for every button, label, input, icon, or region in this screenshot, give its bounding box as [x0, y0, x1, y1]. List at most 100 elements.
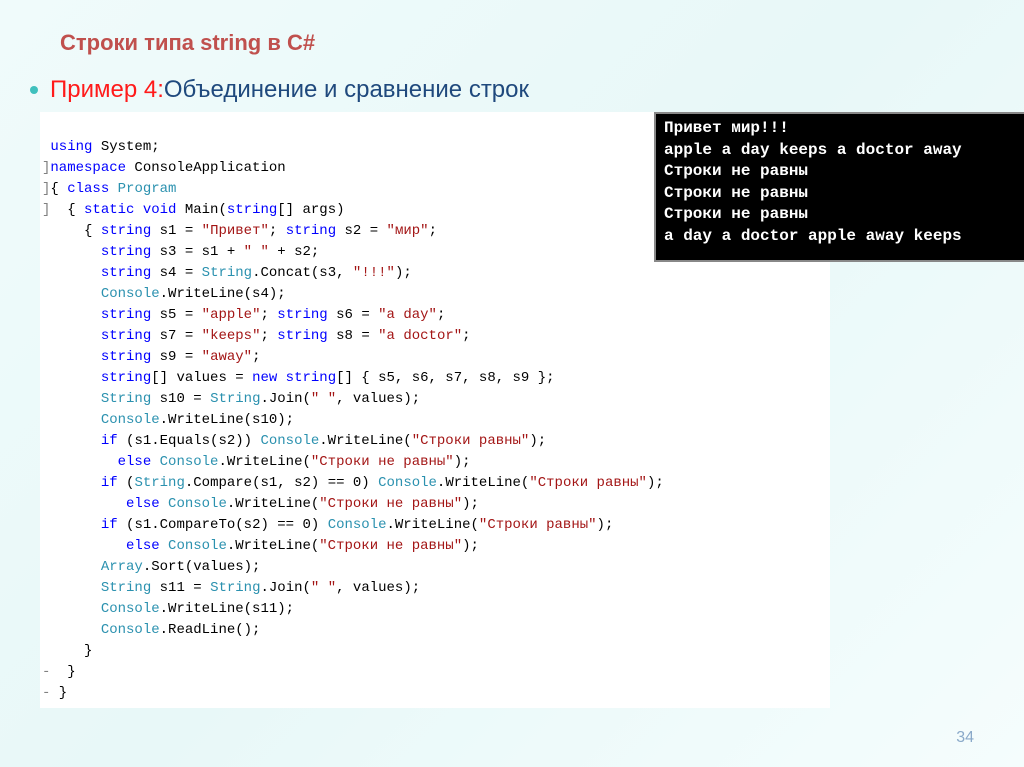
- code-token: );: [597, 517, 614, 533]
- code-token: ;: [252, 349, 260, 365]
- code-token: string: [277, 328, 327, 344]
- code-token: );: [395, 265, 412, 281]
- code-token: Console: [101, 601, 160, 617]
- code-token: .WriteLine(s11);: [160, 601, 294, 617]
- code-token: );: [454, 454, 471, 470]
- console-line: Строки не равны: [664, 183, 1024, 205]
- code-token: (s1.Equals(s2)): [118, 433, 261, 449]
- console-line: Строки не равны: [664, 204, 1024, 226]
- code-token: String: [202, 265, 252, 281]
- code-token: string: [101, 328, 151, 344]
- code-token: .WriteLine(: [218, 454, 310, 470]
- code-token: }: [50, 685, 67, 701]
- code-token: System;: [92, 139, 159, 155]
- code-token: Console: [101, 622, 160, 638]
- code-token: [50, 391, 100, 407]
- code-token: using: [50, 139, 92, 155]
- code-token: }: [50, 664, 75, 680]
- code-token: "keeps": [202, 328, 261, 344]
- code-token: .Compare(s1, s2) == 0): [185, 475, 378, 491]
- code-token: [160, 496, 168, 512]
- code-token: ;: [269, 223, 286, 239]
- code-token: String: [101, 391, 151, 407]
- code-token: string: [101, 244, 151, 260]
- code-token: "Строки не равны": [311, 454, 454, 470]
- code-token: [109, 181, 117, 197]
- code-token: {: [50, 202, 84, 218]
- code-token: s10 =: [151, 391, 210, 407]
- code-token: .WriteLine(s4);: [160, 286, 286, 302]
- code-token: [50, 349, 100, 365]
- code-token: [50, 454, 117, 470]
- code-token: [50, 307, 100, 323]
- code-token: string: [101, 265, 151, 281]
- code-token: "Строки равны": [412, 433, 530, 449]
- code-token: new string: [252, 370, 336, 386]
- code-token: [50, 580, 100, 596]
- code-token: if: [101, 517, 118, 533]
- code-token: Console: [328, 517, 387, 533]
- code-token: {: [50, 181, 67, 197]
- code-token: Console: [378, 475, 437, 491]
- code-token: ;: [260, 307, 277, 323]
- code-token: s11 =: [151, 580, 210, 596]
- code-token: [50, 622, 100, 638]
- code-token: String: [134, 475, 184, 491]
- code-token: [] args): [277, 202, 344, 218]
- code-token: [50, 601, 100, 617]
- code-token: if: [101, 433, 118, 449]
- code-token: string: [101, 307, 151, 323]
- code-token: s7 =: [151, 328, 201, 344]
- code-token: "apple": [202, 307, 261, 323]
- code-token: else: [126, 496, 160, 512]
- example-label: Пример 4:: [50, 76, 164, 104]
- code-token: [50, 517, 100, 533]
- code-token: "Строки равны": [479, 517, 597, 533]
- code-token: string: [277, 307, 327, 323]
- code-token: [50, 412, 100, 428]
- code-token: else: [118, 454, 152, 470]
- code-token: Console: [260, 433, 319, 449]
- code-token: static void: [84, 202, 176, 218]
- code-token: Console: [101, 286, 160, 302]
- code-token: [] { s5, s6, s7, s8, s9 };: [336, 370, 554, 386]
- code-token: s9 =: [151, 349, 201, 365]
- code-token: [50, 538, 126, 554]
- code-token: string: [227, 202, 277, 218]
- code-token: .Concat(s3,: [252, 265, 353, 281]
- code-token: .WriteLine(: [227, 496, 319, 512]
- code-token: s6 =: [328, 307, 378, 323]
- code-token: ;: [260, 328, 277, 344]
- console-line: Строки не равны: [664, 161, 1024, 183]
- code-token: );: [462, 496, 479, 512]
- code-token: + s2;: [269, 244, 319, 260]
- code-token: [50, 475, 100, 491]
- subtitle-text: Объединение и сравнение строк: [164, 76, 529, 104]
- code-token: Array: [101, 559, 143, 575]
- console-output: Привет мир!!! apple a day keeps a doctor…: [654, 112, 1024, 262]
- code-token: .WriteLine(: [319, 433, 411, 449]
- code-token: [50, 433, 100, 449]
- code-token: string: [101, 370, 151, 386]
- code-token: .Join(: [260, 391, 310, 407]
- content-area: using System; ]namespace ConsoleApplicat…: [40, 112, 984, 708]
- code-token: Console: [101, 412, 160, 428]
- code-token: s4 =: [151, 265, 201, 281]
- code-token: " ": [311, 391, 336, 407]
- code-token: string: [101, 223, 151, 239]
- bullet-icon: [30, 86, 38, 94]
- code-token: [50, 370, 100, 386]
- code-token: s5 =: [151, 307, 201, 323]
- code-token: "Строки не равны": [319, 538, 462, 554]
- code-token: ;: [437, 307, 445, 323]
- code-token: String: [210, 580, 260, 596]
- code-token: "Строки не равны": [319, 496, 462, 512]
- code-token: Console: [168, 538, 227, 554]
- code-token: " ": [244, 244, 269, 260]
- code-token: " ": [311, 580, 336, 596]
- console-line: apple a day keeps a doctor away: [664, 140, 1024, 162]
- code-token: (: [118, 475, 135, 491]
- code-token: , values);: [336, 391, 420, 407]
- code-token: [] values =: [151, 370, 252, 386]
- code-token: , values);: [336, 580, 420, 596]
